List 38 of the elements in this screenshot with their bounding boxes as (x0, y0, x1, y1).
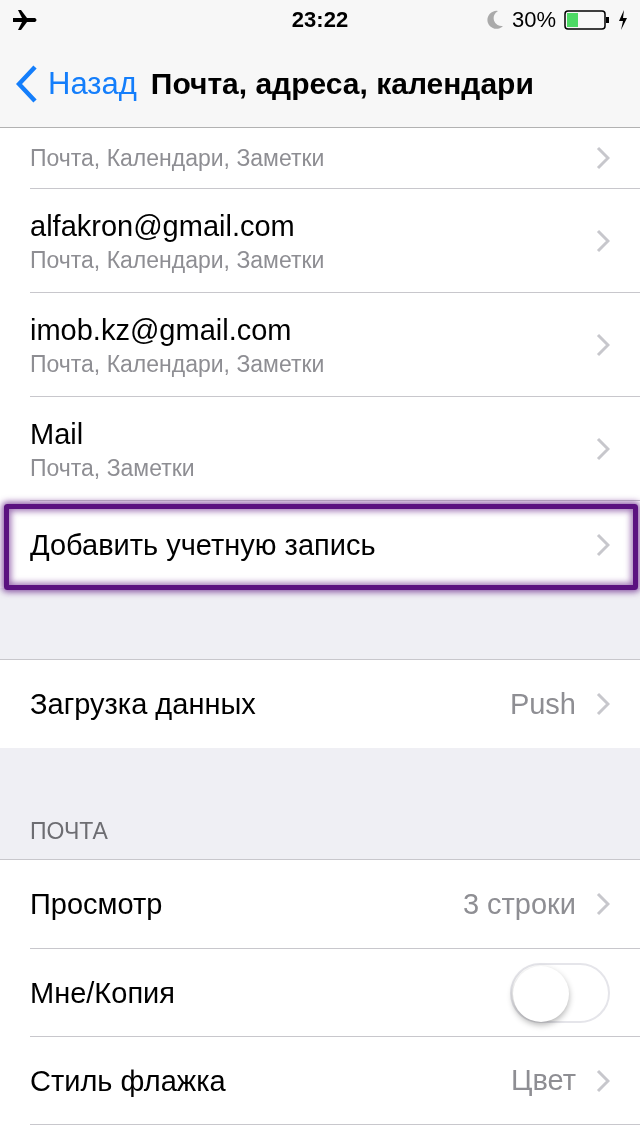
chevron-icon (596, 892, 610, 916)
clock-time: 23:22 (291, 7, 349, 33)
chevron-icon (596, 436, 610, 461)
settings-row[interactable]: Загрузка данных Push (30, 660, 640, 748)
back-chevron-icon (16, 64, 38, 103)
row-subtitle: Почта, Заметки (30, 453, 196, 483)
settings-row[interactable]: Стиль флажка Цвет (30, 1036, 640, 1124)
chevron-icon (596, 146, 610, 170)
row-title: Стиль флажка (30, 1063, 227, 1099)
row-subtitle: Почта, Календари, Заметки (30, 144, 326, 173)
row-title: alfakron@gmail.com (30, 208, 296, 244)
row-subtitle: Почта, Календари, Заметки (30, 349, 326, 379)
screen-title: Почта, адреса, календари (150, 66, 534, 101)
back-button[interactable]: Назад (16, 64, 137, 103)
row-title: Просмотр (30, 887, 164, 922)
row-value: 3 строки (462, 887, 576, 921)
row-title: Добавить учетную запись (30, 527, 377, 563)
chevron-icon (596, 532, 610, 557)
section-header: ПОЧТА (30, 818, 108, 845)
account-row[interactable]: imob.kz@gmail.com Почта, Календари, Заметки (30, 292, 640, 396)
row-title: Загрузка данных (30, 687, 257, 722)
account-row[interactable]: Mail Почта, Заметки (30, 396, 640, 500)
account-row[interactable]: alfakron@gmail.com Почта, Календари, Заметки (30, 188, 640, 292)
row-subtitle: Почта, Календари, Заметки (30, 245, 326, 275)
chevron-icon (596, 692, 610, 716)
row-value: Push (509, 687, 576, 721)
chevron-icon (596, 1068, 610, 1093)
settings-row[interactable]: Просмотр 3 строки (30, 860, 640, 948)
row-value: Цвет (511, 1064, 576, 1097)
chevron-icon (596, 332, 610, 357)
battery-icon (564, 10, 610, 30)
row-title: imob.kz@gmail.com (30, 312, 293, 348)
row-title: Мне/Копия (30, 975, 176, 1011)
settings-row[interactable]: Мне/Копия (30, 948, 640, 1036)
toggle-switch[interactable] (510, 962, 610, 1023)
row-title: Mail (30, 416, 85, 452)
chevron-icon (596, 228, 610, 253)
battery-percent: 30% (511, 7, 556, 33)
